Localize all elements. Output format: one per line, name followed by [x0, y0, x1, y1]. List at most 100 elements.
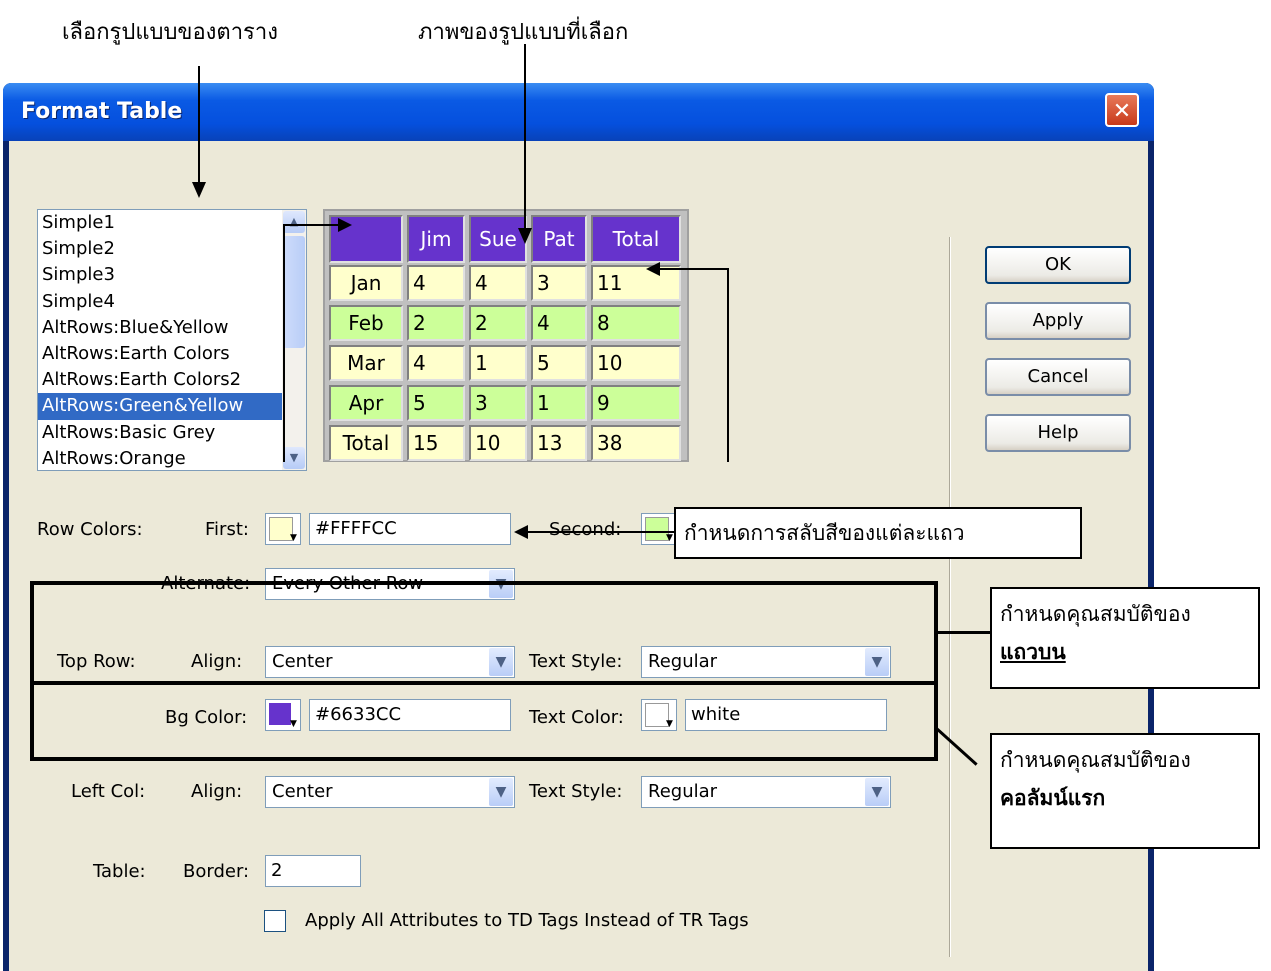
top-row-highlight-box	[30, 581, 938, 685]
left-col-align-select[interactable]: Center ▼	[265, 776, 515, 808]
format-list-item[interactable]: AltRows:Basic Grey	[38, 420, 306, 446]
preview-cell: 11	[591, 265, 681, 301]
preview-cell: 5	[531, 345, 587, 381]
preview-cell: 4	[407, 345, 465, 381]
left-col-note-line2: คอลัมน์แรก	[1000, 785, 1106, 810]
left-col-note-line1: กำหนดคุณสมบัติของ	[1000, 748, 1191, 772]
format-list-item[interactable]: Simple1	[38, 210, 306, 236]
left-col-text-style-label: Text Style:	[529, 781, 623, 802]
format-list-item[interactable]: AltRows:Earth Colors	[38, 341, 306, 367]
second-color-swatch[interactable]: ▼	[641, 513, 677, 545]
format-list-item[interactable]: Simple2	[38, 236, 306, 262]
left-col-align-value: Center	[272, 781, 333, 802]
border-label: Border:	[183, 861, 250, 882]
row-colors-label: Row Colors:	[37, 519, 143, 540]
format-list-item[interactable]: AltRows:Earth Colors2	[38, 367, 306, 393]
chevron-down-icon: ▼	[865, 778, 889, 806]
dialog-title: Format Table	[21, 99, 183, 124]
left-col-align-label: Align:	[191, 781, 243, 802]
preview-cell: 1	[469, 345, 527, 381]
left-col-text-style-select[interactable]: Regular ▼	[641, 776, 891, 808]
select-format-caption: เลือกรูปแบบของตาราง	[62, 20, 278, 45]
preview-cell: 3	[469, 385, 527, 421]
help-button[interactable]: Help	[985, 414, 1131, 452]
vertical-separator	[949, 237, 951, 957]
preview-cell: Jim	[407, 215, 465, 263]
chevron-down-icon: ▼	[666, 533, 673, 543]
left-col-note: กำหนดคุณสมบัติของ คอลัมน์แรก	[990, 733, 1260, 849]
apply-button[interactable]: Apply	[985, 302, 1131, 340]
chevron-down-icon: ▼	[290, 533, 297, 543]
ok-button[interactable]: OK	[985, 246, 1131, 284]
first-label: First:	[205, 519, 249, 540]
cancel-button[interactable]: Cancel	[985, 358, 1131, 396]
arrow-left-icon	[646, 262, 660, 276]
preview-cell: 8	[591, 305, 681, 341]
top-row-note-line1: กำหนดคุณสมบัติของ	[1000, 602, 1191, 626]
scroll-down-icon[interactable]: ▼	[283, 447, 305, 469]
format-list-items: Simple1 Simple2 Simple3 Simple4 AltRows:Blue…	[38, 210, 306, 470]
chevron-down-icon: ▼	[489, 778, 513, 806]
preview-cell: Total	[329, 425, 403, 461]
first-color-field[interactable]: #FFFFCC	[309, 513, 511, 545]
list-scrollbar[interactable]: ▲ ▼	[282, 210, 306, 470]
second-label: Second:	[549, 519, 622, 540]
pointer-line	[660, 268, 729, 270]
format-list-item[interactable]: AltRows:Blue&Yellow	[38, 315, 306, 341]
preview-cell: 38	[591, 425, 681, 461]
pointer-line	[727, 268, 729, 462]
preview-cell: Apr	[329, 385, 403, 421]
preview-cell: 4	[469, 265, 527, 301]
top-row-note: กำหนดคุณสมบัติของ แถวบน	[990, 587, 1260, 689]
preview-cell: 1	[531, 385, 587, 421]
preview-cell: 2	[407, 305, 465, 341]
format-list[interactable]: Simple1 Simple2 Simple3 Simple4 AltRows:Blue…	[37, 209, 307, 471]
alternate-note: กำหนดการสลับสีของแต่ละแถว	[674, 507, 1082, 559]
left-col-highlight-box	[30, 681, 938, 761]
pointer-line	[283, 224, 339, 226]
table-label: Table:	[93, 861, 146, 882]
arrow-left-icon	[514, 525, 528, 539]
format-list-item[interactable]: Simple3	[38, 262, 306, 288]
preview-cell: 3	[531, 265, 587, 301]
preview-cell: 4	[407, 265, 465, 301]
border-field[interactable]: 2	[265, 855, 361, 887]
top-row-note-line2: แถวบน	[1000, 639, 1066, 664]
close-button[interactable]: ✕	[1105, 93, 1139, 127]
preview-cell: 2	[469, 305, 527, 341]
preview-cell: 13	[531, 425, 587, 461]
format-list-item[interactable]: Simple4	[38, 289, 306, 315]
preview-cell: Jan	[329, 265, 403, 301]
pointer-line	[524, 44, 526, 228]
title-bar[interactable]: Format Table ✕	[3, 83, 1154, 141]
format-list-item[interactable]: AltRows:Green&Yellow	[38, 393, 306, 420]
td-tags-checkbox[interactable]	[264, 910, 286, 932]
pointer-line	[528, 531, 674, 533]
preview-cell: Pat	[531, 215, 587, 263]
preview-cell: 9	[591, 385, 681, 421]
scroll-up-icon[interactable]: ▲	[283, 211, 305, 233]
preview-cell: 10	[469, 425, 527, 461]
preview-cell: Feb	[329, 305, 403, 341]
left-col-text-style-value: Regular	[648, 781, 718, 802]
preview-cell: 5	[407, 385, 465, 421]
left-col-label: Left Col:	[71, 781, 146, 802]
arrow-down-icon	[192, 182, 206, 198]
preview-image-caption: ภาพของรูปแบบที่เลือก	[418, 20, 629, 45]
pointer-line	[198, 66, 200, 182]
preview-cell: Total	[591, 215, 681, 263]
preview-cell: 15	[407, 425, 465, 461]
format-list-item[interactable]: AltRows:Orange	[38, 446, 306, 470]
preview-cell: 10	[591, 345, 681, 381]
alternate-note-text: กำหนดการสลับสีของแต่ละแถว	[684, 521, 965, 545]
preview-cell: 4	[531, 305, 587, 341]
pointer-line	[938, 631, 990, 634]
scroll-thumb[interactable]	[283, 236, 305, 348]
td-tags-checkbox-label[interactable]: Apply All Attributes to TD Tags Instead …	[305, 910, 749, 931]
arrow-down-icon	[518, 228, 532, 244]
arrow-right-icon	[338, 218, 352, 232]
preview-cell: Mar	[329, 345, 403, 381]
pointer-line	[283, 224, 285, 462]
table-preview: Jim Sue Pat Total Jan 4 4 3 11 Feb 2 2 4 8 Mar 4 1 5 10 Apr…	[323, 209, 689, 462]
first-color-swatch[interactable]: ▼	[265, 513, 301, 545]
